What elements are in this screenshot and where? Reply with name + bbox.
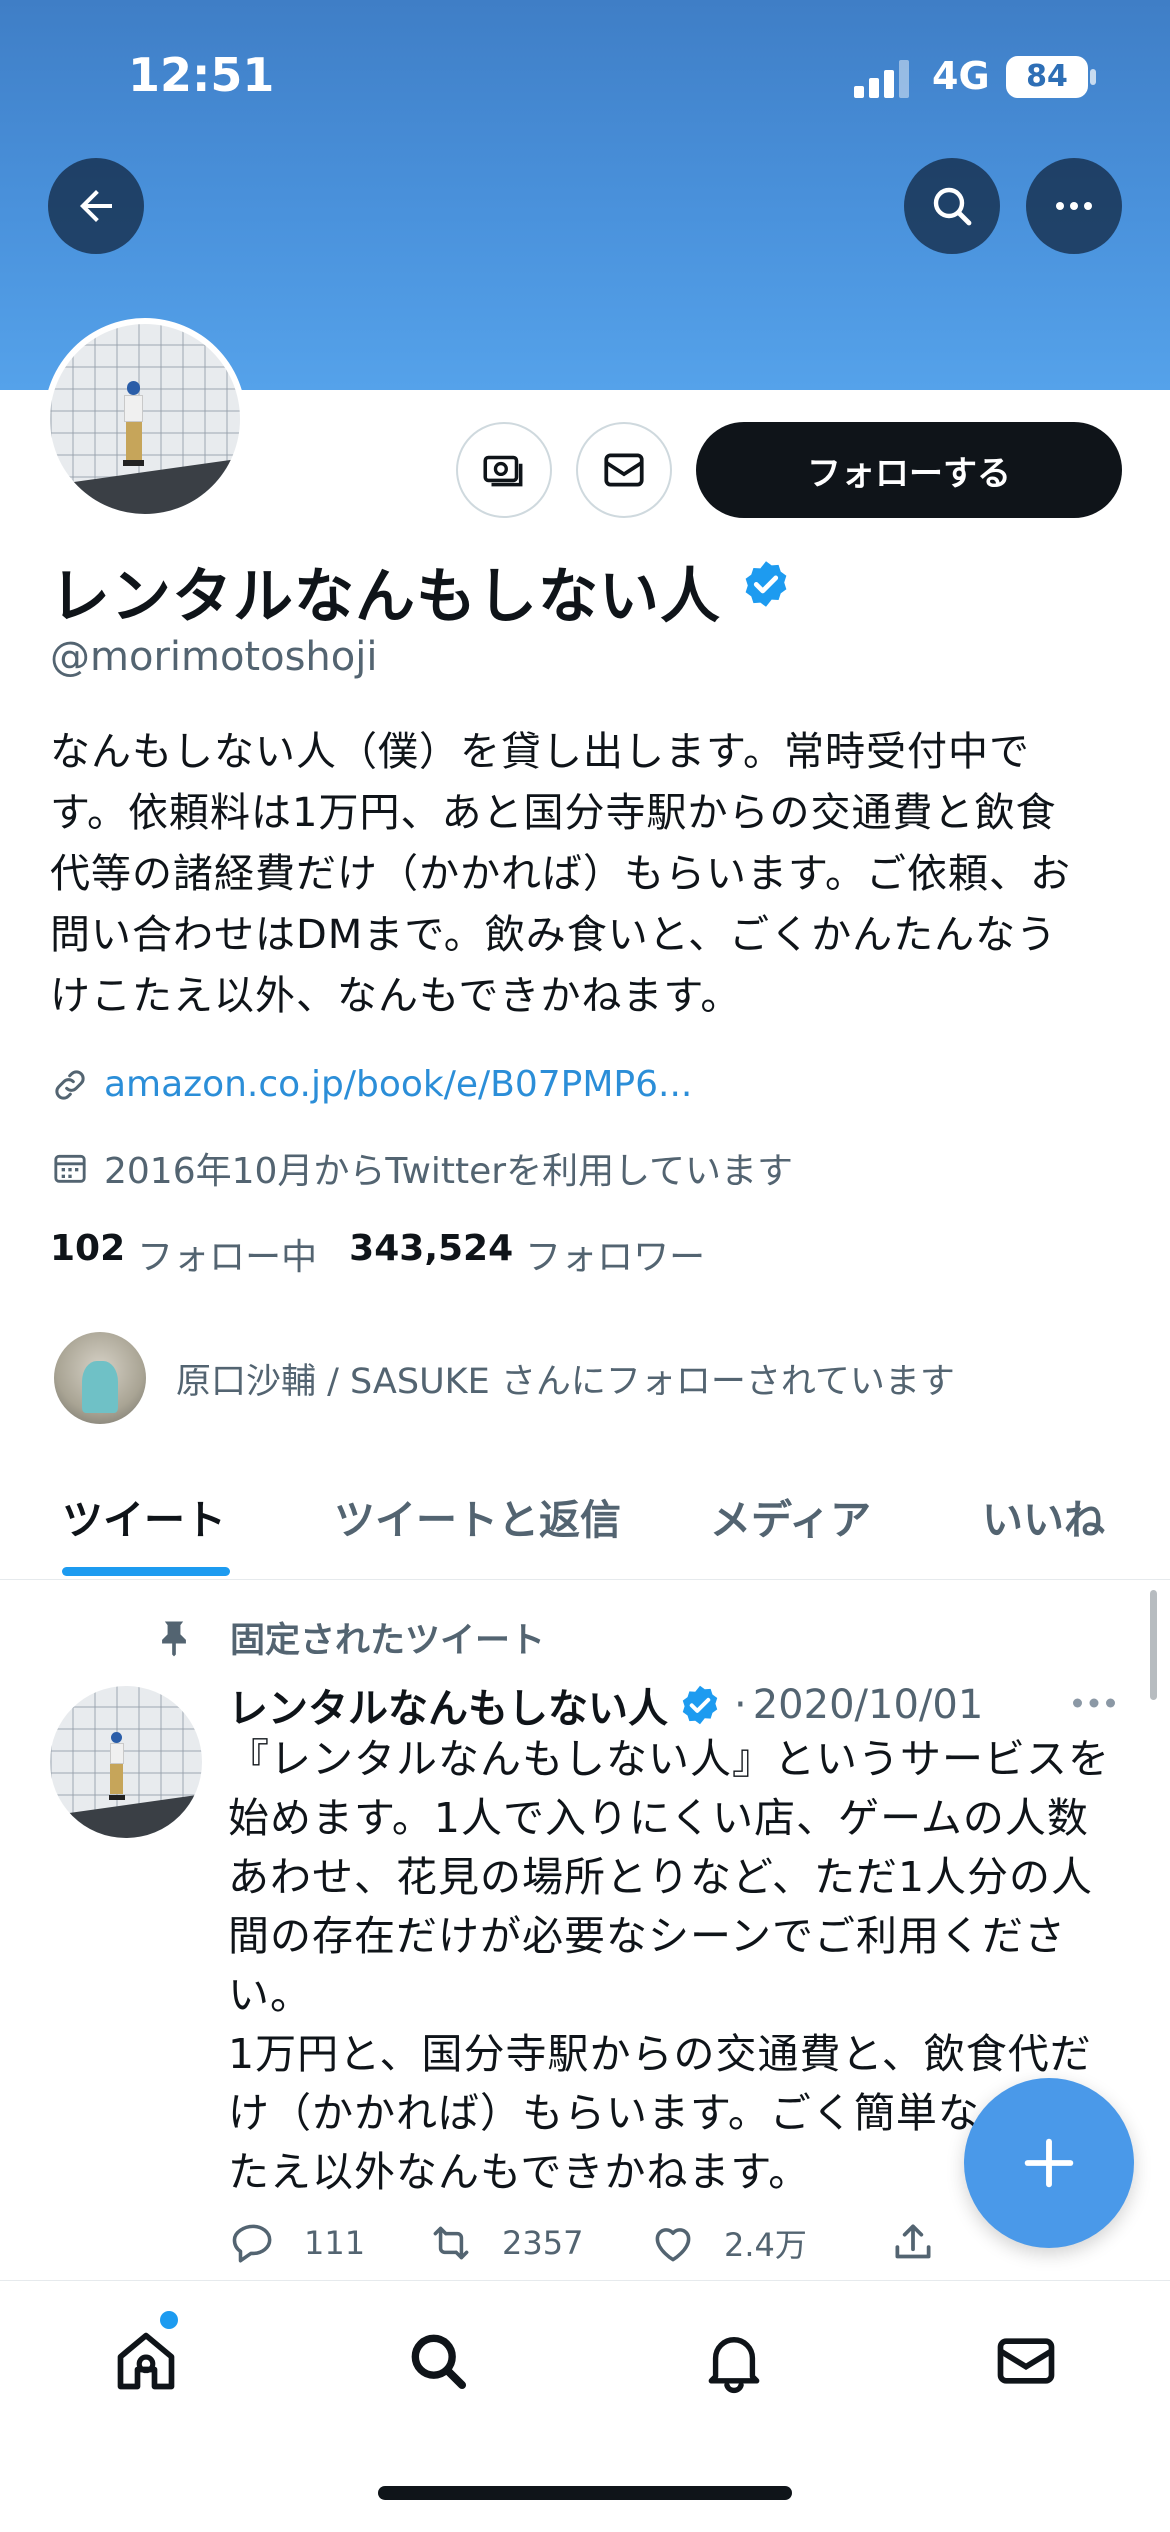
profile-link[interactable]: amazon.co.jp/book/e/B07PMP6... (104, 1064, 692, 1105)
tweet-author-name[interactable]: レンタルなんもしない人 (228, 1676, 668, 1734)
bell-icon (708, 2337, 760, 2394)
active-tab-indicator (62, 1567, 230, 1576)
pinned-label: 固定されたツイート (230, 1621, 546, 1661)
retweet-count: 2357 (502, 2224, 584, 2262)
following-count[interactable]: 102 (50, 1228, 125, 1280)
reply-button[interactable]: 111 (228, 2218, 426, 2268)
bio-line: す。依頼料は1万円、あと国分寺駅からの交通費と飲食 (50, 790, 1057, 836)
bio-line: なんもしない人（僕）を貸し出します。常時受付中で (50, 729, 1030, 775)
nav-notifications[interactable] (694, 2321, 774, 2401)
envelope-icon (604, 453, 644, 487)
verified-badge-icon (682, 1685, 718, 1725)
tab-tweets[interactable]: ツイート (62, 1486, 226, 1546)
tweet-line: あわせ、花見の場所とりなど、ただ1人分の人 (228, 1853, 1094, 1901)
avatar-image (50, 324, 240, 514)
bio-line: けこたえ以外、なんもできかねます。 (50, 973, 742, 1019)
retweet-icon (433, 2226, 469, 2260)
follow-stats: 102 フォロー中 343,524 フォロワー (50, 1228, 737, 1280)
search-icon (933, 187, 972, 226)
more-button[interactable] (1026, 158, 1122, 254)
link-icon (55, 1069, 85, 1100)
tab-likes[interactable]: いいね (982, 1486, 1105, 1546)
tweet-line: 『レンタルなんもしない人』というサービスを (228, 1735, 1110, 1783)
calendar-icon (54, 1154, 86, 1183)
tweet-separator: · (734, 1682, 747, 1728)
followers-label[interactable]: フォロワー (525, 1228, 705, 1280)
follower-avatar (54, 1332, 146, 1424)
tweet-line: 1万円と、国分寺駅からの交通費と、飲食代だ (228, 2030, 1092, 2078)
joined-date: 2016年10月からTwitterを利用しています (104, 1151, 794, 1192)
nav-home[interactable] (106, 2321, 186, 2401)
tab-media[interactable]: メディア (710, 1486, 871, 1546)
tweet-line: 間の存在だけが必要なシーンでご利用くださ (228, 1912, 1066, 1960)
status-bar: 12:51 4G 84 (0, 0, 1170, 150)
network-type: 4G (932, 54, 990, 98)
profile-bio: なんもしない人（僕）を貸し出します。常時受付中で す。依頼料は1万円、あと国分寺… (50, 722, 1120, 1027)
nav-messages[interactable] (986, 2321, 1066, 2401)
following-label[interactable]: フォロー中 (137, 1228, 317, 1280)
tweet-actions: 111 2357 2.4万 (228, 2218, 988, 2268)
share-icon (895, 2224, 931, 2259)
retweet-button[interactable]: 2357 (426, 2218, 648, 2268)
home-icon (117, 2332, 175, 2390)
profile-handle: @morimotoshoji (50, 634, 378, 680)
scrollbar[interactable] (1150, 1590, 1157, 1700)
profile-tabs: ツイート ツイートと返信 メディア いいね (0, 1462, 1170, 1580)
plus-icon (1024, 2138, 1074, 2188)
message-button[interactable] (576, 422, 672, 518)
tweet-header: レンタルなんもしない人 · 2020/10/01 (228, 1676, 1128, 1734)
money-icon (483, 455, 523, 487)
followed-by-text: 原口沙輔 / SASUKE さんにフォローされています (176, 1361, 955, 1402)
search-button[interactable] (904, 158, 1000, 254)
pin-icon (162, 1621, 186, 1656)
compose-tweet-button[interactable] (964, 2078, 1134, 2248)
followed-by-row[interactable]: 原口沙輔 / SASUKE さんにフォローされています (54, 1332, 955, 1424)
follow-button[interactable]: フォローする (696, 422, 1122, 518)
nav-explore[interactable] (398, 2321, 478, 2401)
more-icon (1056, 202, 1092, 210)
reply-icon (232, 2224, 272, 2263)
signal-icon (854, 60, 914, 98)
arrow-left-icon (80, 190, 112, 222)
verified-badge-icon[interactable] (740, 558, 792, 610)
envelope-icon (997, 2338, 1055, 2384)
share-button[interactable] (888, 2218, 964, 2268)
search-icon (411, 2334, 467, 2390)
tab-tweets-and-replies[interactable]: ツイートと返信 (334, 1486, 621, 1546)
status-time: 12:51 (128, 48, 275, 102)
like-count: 2.4万 (724, 2226, 807, 2264)
bio-line: 問い合わせはDMまで。飲み食いと、ごくかんたんなう (50, 912, 1058, 958)
heart-icon (655, 2228, 691, 2262)
home-notification-dot (160, 2311, 178, 2329)
reply-count: 111 (304, 2224, 366, 2262)
tweet-line: い。 (228, 1971, 312, 2019)
tweet-date[interactable]: 2020/10/01 (753, 1682, 984, 1728)
battery-icon: 84 (1006, 56, 1088, 98)
back-button[interactable] (48, 158, 144, 254)
followers-count[interactable]: 343,524 (349, 1228, 513, 1280)
bio-line: 代等の諸経費だけ（かかれば）もらいます。ご依頼、お (50, 851, 1071, 897)
profile-name: レンタルなんもしない人 (50, 562, 721, 632)
battery-tip (1090, 69, 1096, 85)
tip-button[interactable] (456, 422, 552, 518)
joined-row: 2016年10月からTwitterを利用しています (50, 1142, 793, 1194)
like-button[interactable]: 2.4万 (648, 2218, 888, 2268)
pinned-label-row: 固定されたツイート (152, 1612, 545, 1663)
profile-avatar[interactable] (44, 318, 246, 520)
tweet-more-icon[interactable] (1070, 1688, 1118, 1718)
home-indicator[interactable] (378, 2486, 792, 2500)
profile-link-row: amazon.co.jp/book/e/B07PMP6... (50, 1064, 692, 1105)
tweet-author-avatar[interactable] (50, 1686, 202, 1838)
tweet-line: 始めます。1人で入りにくい店、ゲームの人数 (228, 1794, 1089, 1842)
